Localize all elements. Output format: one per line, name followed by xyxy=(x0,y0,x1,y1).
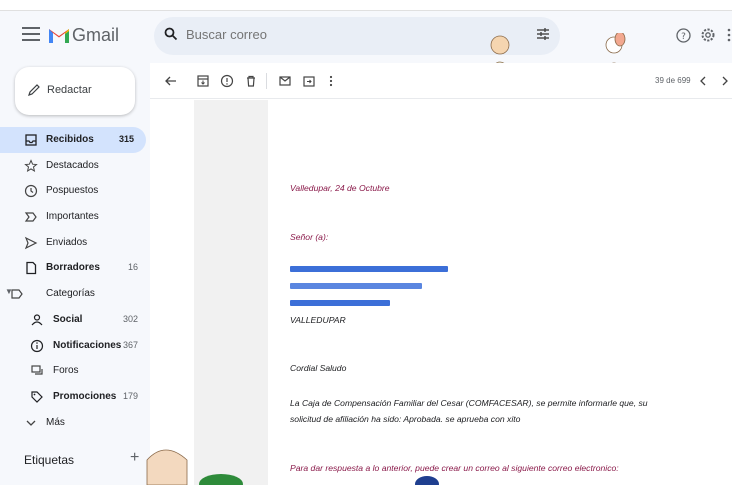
sidebar-item-label: Foros xyxy=(53,365,79,377)
back-arrow-icon[interactable] xyxy=(164,74,178,88)
message-body: Valledupar, 24 de Octubre Señor (a): VAL… xyxy=(150,100,732,485)
sidebar-item-label: Notificaciones xyxy=(53,339,122,351)
email-body-line: La Caja de Compensación Familiar del Ces… xyxy=(290,398,648,408)
sidebar-item-label: Categorías xyxy=(46,288,95,300)
unread-count: 315 xyxy=(118,134,134,144)
sidebar-item-sent[interactable]: Enviados xyxy=(0,230,150,256)
decorative-doodle-icon xyxy=(146,449,439,485)
compose-button[interactable]: Redactar xyxy=(15,67,135,115)
chevron-down-icon xyxy=(26,420,36,426)
report-spam-icon[interactable] xyxy=(220,74,234,88)
gear-icon[interactable] xyxy=(700,27,716,43)
info-icon xyxy=(30,339,44,352)
content-margin xyxy=(150,100,194,485)
more-options-icon[interactable] xyxy=(328,74,334,88)
sidebar-item-more[interactable]: Más xyxy=(0,410,150,436)
sidebar-item-label: Social xyxy=(53,313,83,325)
forum-icon xyxy=(31,365,43,375)
pencil-icon xyxy=(28,84,40,96)
people-icon xyxy=(31,314,43,326)
mark-unread-icon[interactable] xyxy=(278,74,292,88)
inbox-icon xyxy=(25,134,37,146)
sidebar-item-categories[interactable]: ▼ Categorías xyxy=(0,281,150,307)
sidebar-item-drafts[interactable]: Borradores 16 xyxy=(0,255,150,281)
sidebar-item-notifications[interactable]: Notificaciones 367 xyxy=(0,333,150,359)
sidebar-item-label: Más xyxy=(46,416,65,428)
message-toolbar: 39 de 699 xyxy=(150,63,732,99)
app-name: Gmail xyxy=(72,25,120,45)
menu-icon[interactable] xyxy=(22,27,40,41)
sidebar-item-label: Importantes xyxy=(46,211,99,223)
sidebar-item-forums[interactable]: Foros xyxy=(0,358,150,384)
content-margin xyxy=(656,100,732,485)
star-icon xyxy=(24,158,38,172)
chevron-left-icon[interactable] xyxy=(698,74,708,88)
help-icon[interactable]: ? xyxy=(676,28,691,43)
email-document: Valledupar, 24 de Octubre Señor (a): VAL… xyxy=(268,100,656,485)
filter-options-icon[interactable] xyxy=(536,27,550,41)
email-city: VALLEDUPAR xyxy=(290,315,346,325)
compose-label: Redactar xyxy=(47,84,92,96)
sidebar-item-label: Promociones xyxy=(53,390,117,402)
tag-icon xyxy=(31,391,43,403)
redacted-contact xyxy=(290,300,390,306)
email-body-line: solicitud de afiliación ha sido: Aprobad… xyxy=(290,414,521,424)
sidebar-nav: Recibidos 315 Destacados Pospuestos Impo… xyxy=(0,127,150,435)
svg-text:?: ? xyxy=(681,32,686,42)
sidebar-item-social[interactable]: Social 302 xyxy=(0,307,150,333)
sidebar-item-important[interactable]: Importantes xyxy=(0,204,150,230)
sidebar-item-snoozed[interactable]: Pospuestos xyxy=(0,178,150,204)
email-greeting: Cordial Saludo xyxy=(290,363,347,373)
redacted-address xyxy=(290,283,422,289)
sidebar-item-label: Borradores xyxy=(46,262,100,274)
labels-heading: Etiquetas xyxy=(24,453,75,467)
sidebar-item-label: Pospuestos xyxy=(46,185,99,197)
sidebar-item-promotions[interactable]: Promociones 179 xyxy=(0,384,150,410)
unread-count: 179 xyxy=(122,390,138,401)
archive-icon[interactable] xyxy=(196,74,210,88)
sidebar-item-starred[interactable]: Destacados xyxy=(0,153,150,179)
message-view: 39 de 699 Valledupar, 24 de Octubre Seño… xyxy=(150,63,732,485)
search-icon[interactable] xyxy=(164,27,178,41)
sidebar-item-label: Enviados xyxy=(46,236,88,248)
top-header: Gmail ? xyxy=(0,11,732,74)
unread-count: 367 xyxy=(122,339,138,350)
important-icon xyxy=(24,212,37,222)
sidebar-item-label: Destacados xyxy=(46,159,99,171)
email-date-line: Valledupar, 24 de Octubre xyxy=(290,183,390,193)
email-salutation: Señor (a): xyxy=(290,232,329,242)
draft-icon xyxy=(26,262,37,275)
add-label-icon[interactable]: + xyxy=(130,449,139,467)
label-icon xyxy=(11,289,23,299)
sidebar: Redactar Recibidos 315 Destacados Pospue… xyxy=(0,63,150,485)
draft-count: 16 xyxy=(127,262,138,273)
unread-count: 302 xyxy=(122,313,138,324)
pager-count: 39 de 699 xyxy=(655,76,691,85)
chevron-right-icon[interactable] xyxy=(720,74,730,88)
sidebar-item-label: Recibidos xyxy=(46,134,94,145)
toolbar-divider xyxy=(266,73,267,89)
gmail-logo-icon[interactable] xyxy=(48,23,70,47)
apps-icon[interactable] xyxy=(726,28,732,42)
delete-icon[interactable] xyxy=(244,74,258,88)
redacted-name xyxy=(290,266,448,272)
clock-icon xyxy=(24,185,38,198)
send-icon xyxy=(24,236,38,249)
search-input[interactable] xyxy=(186,27,486,42)
move-to-icon[interactable] xyxy=(302,74,316,88)
sidebar-item-inbox[interactable]: Recibidos 315 xyxy=(0,127,146,153)
